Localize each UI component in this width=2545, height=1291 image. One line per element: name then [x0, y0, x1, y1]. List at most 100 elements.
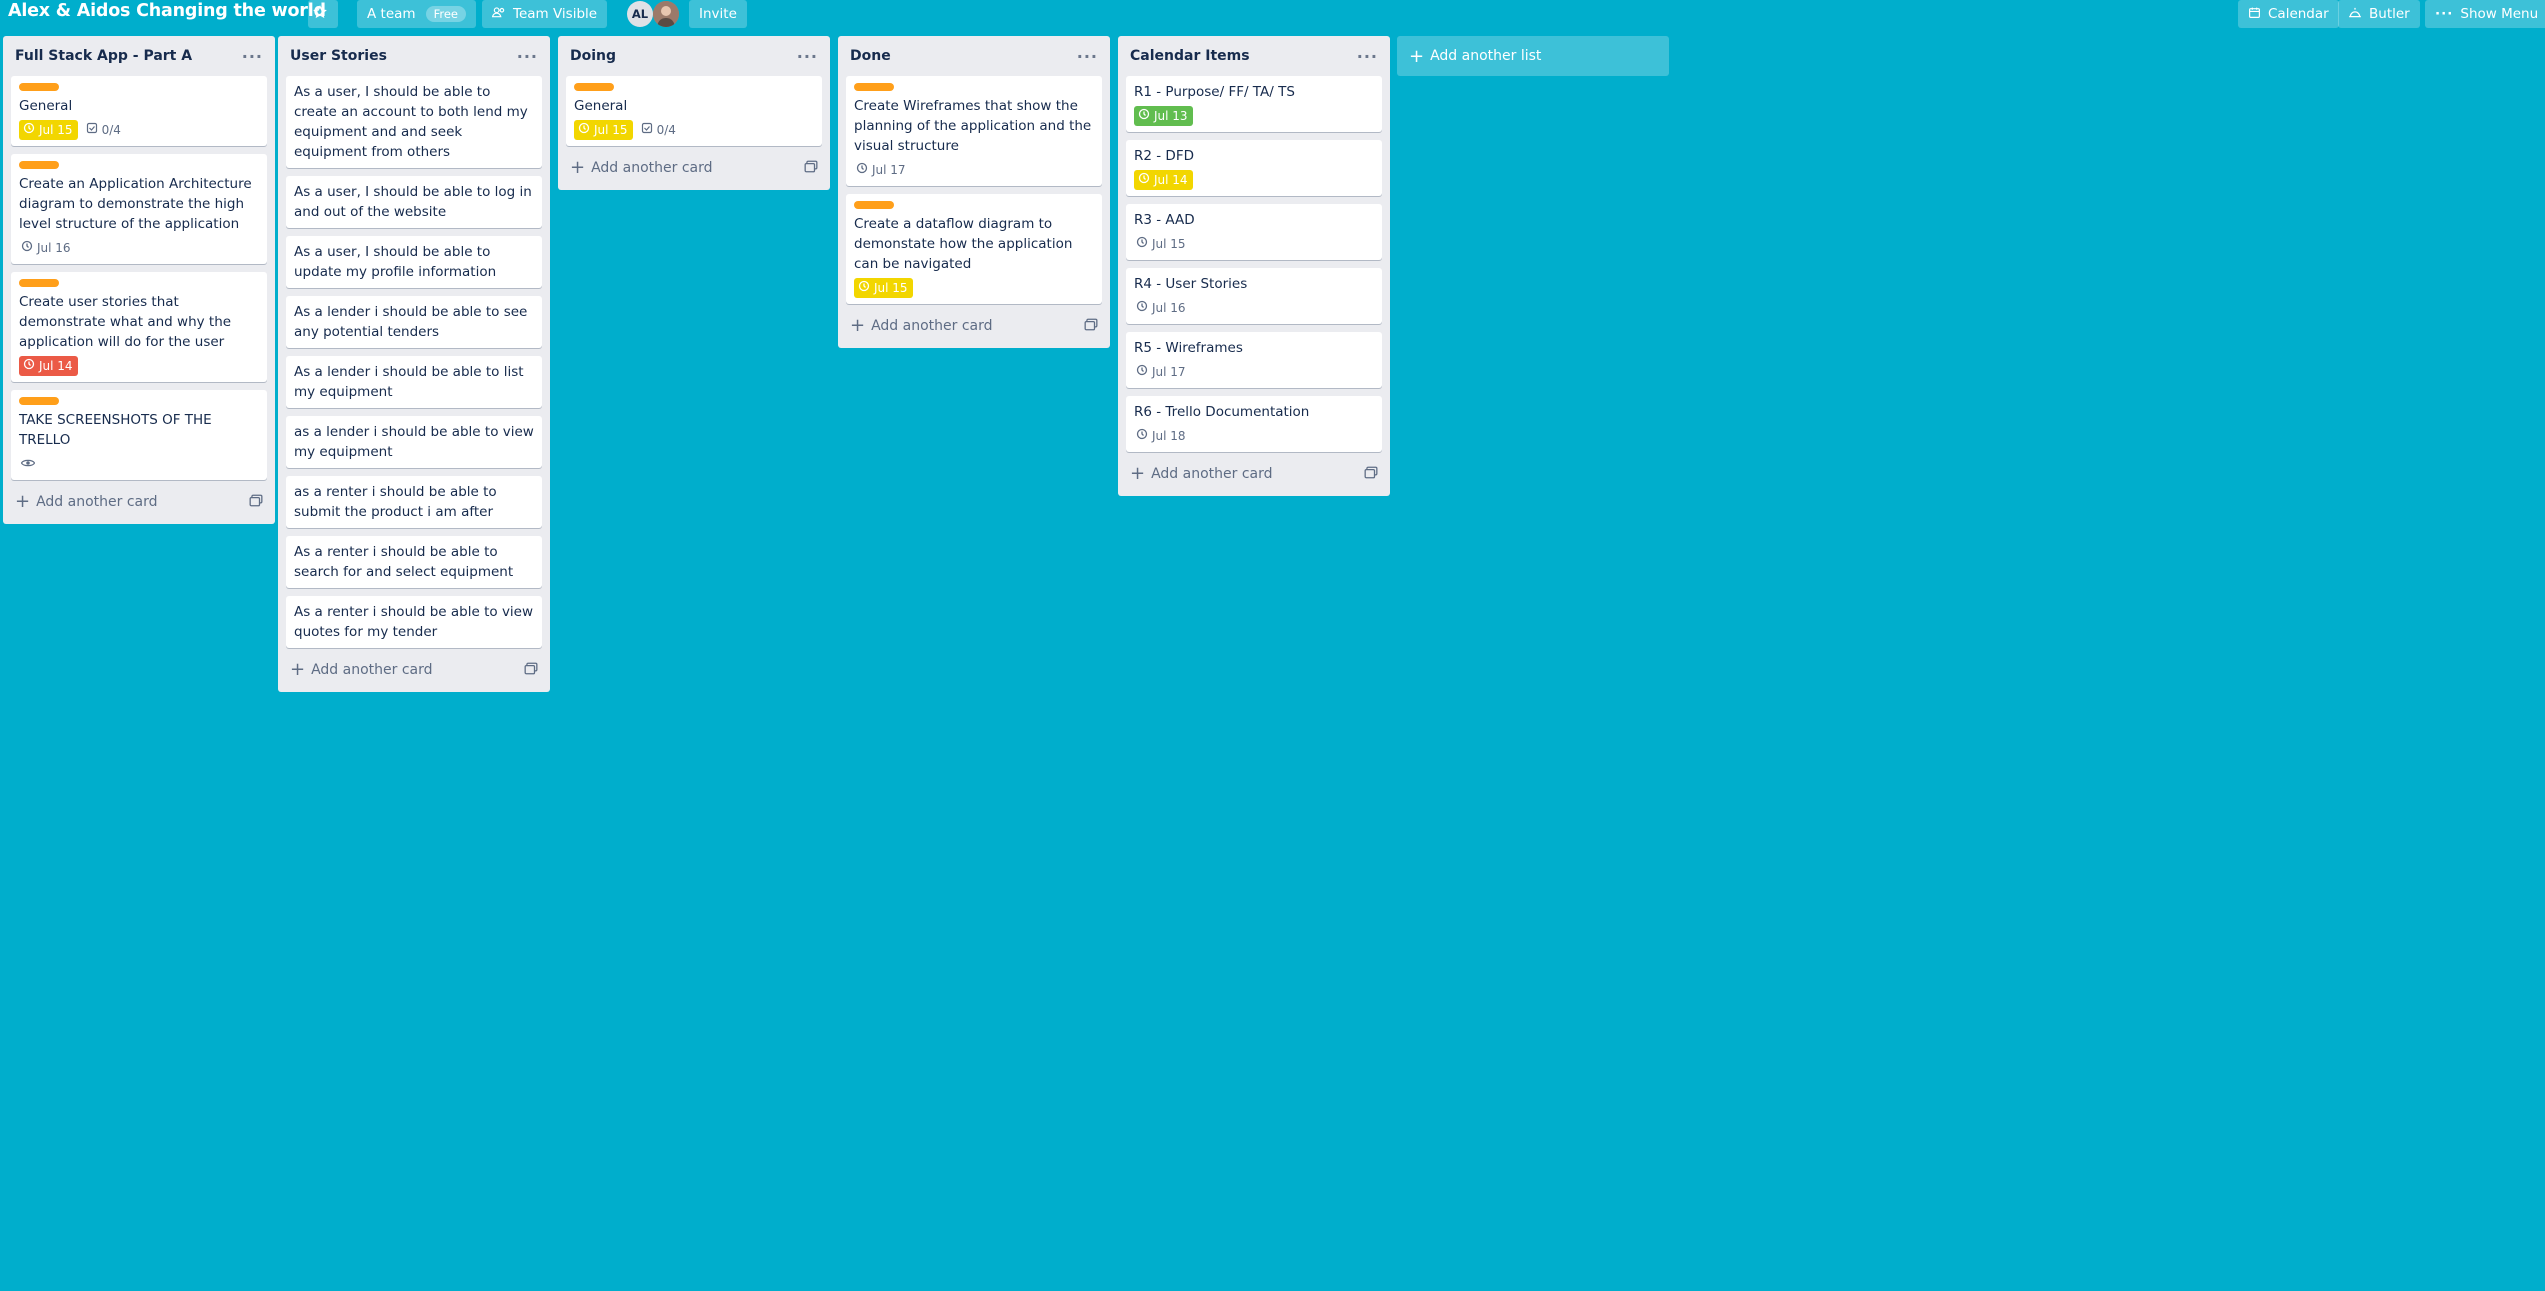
member-photo-avatar[interactable] — [653, 1, 679, 27]
butler-icon — [2348, 6, 2369, 23]
card[interactable]: As a lender i should be able to see any … — [286, 296, 542, 348]
card[interactable]: As a user, I should be able to update my… — [286, 236, 542, 288]
list-title[interactable]: Calendar Items — [1130, 48, 1250, 64]
list-header[interactable]: Calendar Items ··· — [1126, 36, 1382, 76]
card-label[interactable] — [854, 201, 894, 209]
card[interactable]: Create a dataflow diagram to demonstate … — [846, 194, 1102, 304]
card-template-icon[interactable] — [524, 662, 538, 679]
add-card-button[interactable]: + Add another card — [1126, 460, 1382, 488]
card[interactable]: as a renter i should be able to submit t… — [286, 476, 542, 528]
card-badges: Jul 14 — [1134, 170, 1374, 190]
list-header[interactable]: User Stories ··· — [286, 36, 542, 76]
card-title: As a user, I should be able to update my… — [294, 244, 497, 280]
add-card-button[interactable]: + Add another card — [846, 312, 1102, 340]
member-avatar[interactable]: AL — [627, 1, 653, 27]
team-button[interactable]: A team Free — [357, 0, 476, 28]
star-button[interactable] — [308, 0, 338, 28]
due-date-badge[interactable]: Jul 16 — [1134, 298, 1191, 318]
card[interactable]: Create Wireframes that show the planning… — [846, 76, 1102, 186]
card[interactable]: R2 - DFD Jul 14 — [1126, 140, 1382, 196]
card[interactable]: R3 - AAD Jul 15 — [1126, 204, 1382, 260]
due-date-badge[interactable]: Jul 14 — [1134, 170, 1193, 190]
card-label[interactable] — [19, 161, 59, 169]
checklist-icon — [641, 120, 657, 140]
card-label[interactable] — [19, 83, 59, 91]
due-date-badge[interactable]: Jul 15 — [1134, 234, 1191, 254]
clock-icon — [1136, 234, 1152, 254]
due-date-badge[interactable]: Jul 14 — [19, 356, 78, 376]
card-template-icon[interactable] — [804, 160, 818, 177]
add-card-button[interactable]: + Add another card — [11, 488, 267, 516]
list-header[interactable]: Done ··· — [846, 36, 1102, 76]
card[interactable]: R4 - User Stories Jul 16 — [1126, 268, 1382, 324]
list-title[interactable]: Full Stack App - Part A — [15, 48, 192, 64]
visibility-label: Team Visible — [513, 6, 598, 22]
due-date-badge[interactable]: Jul 15 — [574, 120, 633, 140]
card[interactable]: as a lender i should be able to view my … — [286, 416, 542, 468]
list-menu-icon[interactable]: ··· — [1077, 47, 1098, 66]
plus-icon: + — [1130, 463, 1146, 484]
card-badges: Jul 17 — [1134, 362, 1374, 382]
list-menu-icon[interactable]: ··· — [517, 47, 538, 66]
due-date-badge[interactable]: Jul 17 — [854, 160, 911, 180]
plus-icon: + — [15, 491, 31, 512]
card[interactable]: As a lender i should be able to list my … — [286, 356, 542, 408]
due-date-text: Jul 13 — [1154, 109, 1188, 123]
card[interactable]: TAKE SCREENSHOTS OF THE TRELLO — [11, 390, 267, 480]
calendar-button[interactable]: Calendar — [2238, 0, 2339, 28]
list: User Stories ··· As a user, I should be … — [278, 36, 550, 692]
card[interactable]: R1 - Purpose/ FF/ TA/ TS Jul 13 — [1126, 76, 1382, 132]
list-title[interactable]: User Stories — [290, 48, 387, 64]
add-list-button[interactable]: + Add another list — [1397, 36, 1669, 76]
list-header[interactable]: Doing ··· — [566, 36, 822, 76]
board-title[interactable]: Alex & Aidos Changing the world — [8, 1, 326, 21]
card-template-icon[interactable] — [1084, 318, 1098, 335]
card-title: As a renter i should be able to view quo… — [294, 604, 534, 640]
add-card-button[interactable]: + Add another card — [286, 656, 542, 684]
due-date-badge[interactable]: Jul 17 — [1134, 362, 1191, 382]
list-header[interactable]: Full Stack App - Part A ··· — [11, 36, 267, 76]
card[interactable]: As a user, I should be able to create an… — [286, 76, 542, 168]
card-title: As a lender i should be able to see any … — [294, 304, 528, 340]
card[interactable]: R6 - Trello Documentation Jul 18 — [1126, 396, 1382, 452]
list-title[interactable]: Doing — [570, 48, 616, 64]
list-menu-icon[interactable]: ··· — [1357, 47, 1378, 66]
due-date-badge[interactable]: Jul 15 — [854, 278, 913, 298]
due-date-badge[interactable]: Jul 15 — [19, 120, 78, 140]
due-date-badge[interactable]: Jul 13 — [1134, 106, 1193, 126]
card[interactable]: R5 - Wireframes Jul 17 — [1126, 332, 1382, 388]
card-template-icon[interactable] — [249, 494, 263, 511]
due-date-text: Jul 16 — [37, 241, 71, 255]
card[interactable]: As a user, I should be able to log in an… — [286, 176, 542, 228]
add-card-label: Add another card — [36, 494, 158, 510]
card-label[interactable] — [19, 279, 59, 287]
invite-button[interactable]: Invite — [689, 0, 747, 28]
list-menu-icon[interactable]: ··· — [797, 47, 818, 66]
visibility-button[interactable]: Team Visible — [482, 0, 608, 28]
add-card-label: Add another card — [871, 318, 993, 334]
card-label[interactable] — [854, 83, 894, 91]
card-label[interactable] — [574, 83, 614, 91]
due-date-badge[interactable]: Jul 18 — [1134, 426, 1191, 446]
list: Done ··· Create Wireframes that show the… — [838, 36, 1110, 348]
card[interactable]: As a renter i should be able to search f… — [286, 536, 542, 588]
show-menu-button[interactable]: ··· Show Menu — [2425, 0, 2545, 28]
list-menu-icon[interactable]: ··· — [242, 47, 263, 66]
card[interactable]: General Jul 15 0/4 — [11, 76, 267, 146]
list-title[interactable]: Done — [850, 48, 891, 64]
card-label[interactable] — [19, 397, 59, 405]
card-title: TAKE SCREENSHOTS OF THE TRELLO — [19, 412, 212, 448]
card-template-icon[interactable] — [1364, 466, 1378, 483]
clock-icon — [858, 278, 874, 298]
due-date-text: Jul 18 — [1152, 429, 1186, 443]
card[interactable]: Create an Application Architecture diagr… — [11, 154, 267, 264]
card-badges: Jul 18 — [1134, 426, 1374, 446]
due-date-badge[interactable]: Jul 16 — [19, 238, 76, 258]
list: Doing ··· General Jul 15 0/4 + Add anoth… — [558, 36, 830, 190]
butler-button[interactable]: Butler — [2338, 0, 2420, 28]
card[interactable]: General Jul 15 0/4 — [566, 76, 822, 146]
card[interactable]: As a renter i should be able to view quo… — [286, 596, 542, 648]
card[interactable]: Create user stories that demonstrate wha… — [11, 272, 267, 382]
card-badges: Jul 15 0/4 — [19, 120, 259, 140]
add-card-button[interactable]: + Add another card — [566, 154, 822, 182]
